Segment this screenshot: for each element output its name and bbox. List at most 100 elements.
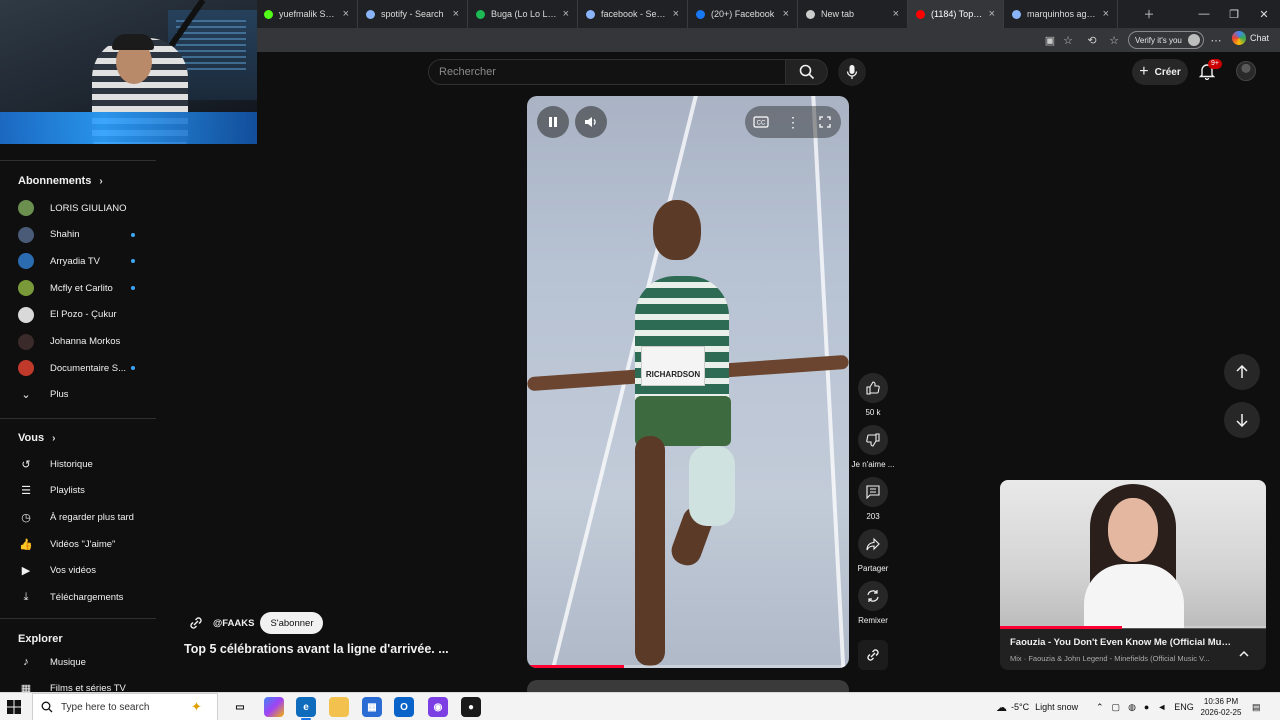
comments-button[interactable] bbox=[858, 477, 888, 507]
favorites-icon[interactable]: ☆ bbox=[1106, 32, 1122, 48]
next-short-preview[interactable] bbox=[527, 680, 849, 692]
sidebar-item-watch-later[interactable]: ◷ À regarder plus tard bbox=[0, 504, 156, 530]
sidebar-item-subscription[interactable]: Documentaire S... bbox=[0, 355, 156, 381]
close-window-button[interactable]: ✕ bbox=[1248, 0, 1280, 28]
weather-widget[interactable]: ☁ -5°C Light snow bbox=[996, 693, 1078, 720]
more-options-button[interactable]: ⋮ bbox=[777, 106, 809, 138]
browser-tab[interactable]: (20+) Facebook × bbox=[688, 0, 798, 28]
sidebar-item-music[interactable]: ♪ Musique bbox=[0, 649, 156, 675]
miniplayer-video[interactable] bbox=[1000, 480, 1266, 628]
miniplayer-progress-bar[interactable] bbox=[1000, 626, 1266, 629]
close-tab-icon[interactable]: × bbox=[893, 8, 899, 20]
store-icon[interactable]: ▦ bbox=[362, 697, 382, 717]
browser-essentials-icon[interactable]: ⟲ bbox=[1084, 32, 1100, 48]
account-avatar[interactable] bbox=[1236, 61, 1256, 81]
close-tab-icon[interactable]: × bbox=[1103, 8, 1109, 20]
sidebar-item-subscription[interactable]: Johanna Morkos bbox=[0, 329, 156, 355]
subscribe-button[interactable]: S'abonner bbox=[260, 612, 324, 634]
browser-tab[interactable]: facebook - Search × bbox=[578, 0, 688, 28]
language-indicator[interactable]: ENG bbox=[1174, 702, 1194, 712]
file-explorer-icon[interactable] bbox=[329, 697, 349, 717]
maximize-button[interactable]: ❐ bbox=[1218, 0, 1250, 28]
outlook-icon[interactable]: O bbox=[394, 697, 414, 717]
fullscreen-button[interactable] bbox=[809, 106, 841, 138]
windows-start-icon[interactable] bbox=[6, 699, 22, 715]
sidebar-item-history[interactable]: ↺ Historique bbox=[0, 451, 156, 477]
bookmark-star-icon[interactable]: ☆ bbox=[1060, 32, 1076, 48]
extensions-icon[interactable]: ▣ bbox=[1042, 32, 1058, 48]
app-icon[interactable]: ● bbox=[461, 697, 481, 717]
you-heading[interactable]: Vous › bbox=[18, 432, 55, 444]
browser-tab[interactable]: spotify - Search × bbox=[358, 0, 468, 28]
sidebar-item-downloads[interactable]: ⤓ Téléchargements bbox=[0, 585, 156, 611]
sidebar-item-label: Johanna Morkos bbox=[50, 336, 121, 347]
notifications-button[interactable]: 9+ bbox=[1198, 59, 1222, 82]
obs-icon[interactable]: ◉ bbox=[428, 697, 448, 717]
miniplayer-expand-button[interactable] bbox=[1236, 646, 1252, 662]
close-tab-icon[interactable]: × bbox=[343, 8, 349, 20]
subscriptions-heading[interactable]: Abonnements › bbox=[18, 175, 103, 187]
voice-search-button[interactable] bbox=[838, 58, 866, 86]
close-tab-icon[interactable]: × bbox=[783, 8, 789, 20]
more-menu-icon[interactable]: ⋯ bbox=[1208, 32, 1224, 48]
sidebar-item-subscription[interactable]: Shahin bbox=[0, 222, 156, 248]
sidebar-item-subscription[interactable]: El Pozo - Çukur bbox=[0, 302, 156, 328]
dislike-button[interactable] bbox=[858, 425, 888, 455]
next-short-button[interactable] bbox=[1224, 402, 1260, 438]
like-button[interactable] bbox=[858, 373, 888, 403]
video-progress-bar[interactable] bbox=[527, 665, 849, 668]
sidebar-item-playlists[interactable]: ☰ Playlists bbox=[0, 478, 156, 504]
create-button[interactable]: + Créer bbox=[1132, 59, 1188, 85]
thumbs-down-icon bbox=[866, 433, 880, 447]
miniplayer[interactable]: Faouzia - You Don't Even Know Me (Offici… bbox=[1000, 480, 1266, 670]
browser-tab[interactable]: Buga (Lo Lo Lo) - so × bbox=[468, 0, 578, 28]
browser-tab[interactable]: yuefmalik Stream - V × bbox=[256, 0, 358, 28]
sidebar-item-more[interactable]: ⌄ Plus bbox=[0, 381, 156, 407]
volume-button[interactable] bbox=[575, 106, 607, 138]
search-input[interactable] bbox=[429, 60, 785, 84]
pause-button[interactable] bbox=[537, 106, 569, 138]
verify-profile-button[interactable]: Verify it's you bbox=[1128, 31, 1204, 49]
browser-tab[interactable]: New tab × bbox=[798, 0, 908, 28]
miniplayer-title[interactable]: Faouzia - You Don't Even Know Me (Offici… bbox=[1010, 637, 1232, 648]
sidebar-item-liked-videos[interactable]: 👍 Vidéos "J'aime" bbox=[0, 531, 156, 557]
network-icon[interactable]: ◍ bbox=[1128, 702, 1136, 713]
previous-short-button[interactable] bbox=[1224, 354, 1260, 390]
copilot-chat-button[interactable]: Chat bbox=[1232, 31, 1269, 45]
tray-overflow-icon[interactable]: ⌃ bbox=[1096, 702, 1104, 713]
search-button[interactable] bbox=[786, 59, 828, 85]
copilot-taskbar-icon[interactable] bbox=[264, 697, 284, 717]
taskbar-clock[interactable]: 10:36 PM 2026-02-25 bbox=[1196, 696, 1246, 718]
sidebar-item-subscription[interactable]: Arryadia TV bbox=[0, 248, 156, 274]
short-video-player[interactable]: RICHARDSON CC ⋮ bbox=[527, 96, 849, 668]
browser-tab[interactable]: (1184) Top 5 cé × bbox=[908, 0, 1004, 28]
sidebar-item-subscription[interactable]: LORIS GIULIANO bbox=[0, 195, 156, 221]
edge-taskbar-icon[interactable]: e bbox=[296, 697, 316, 720]
close-tab-icon[interactable]: × bbox=[673, 8, 679, 20]
sidebar-item-subscription[interactable]: Mcfly et Carlito bbox=[0, 275, 156, 301]
sidebar-item-label: Arryadia TV bbox=[50, 255, 100, 267]
notification-center-icon[interactable]: ▤ bbox=[1252, 693, 1261, 720]
search-box bbox=[428, 59, 786, 85]
athlete-leg bbox=[635, 436, 665, 666]
taskbar-search-input[interactable] bbox=[61, 701, 191, 713]
minimize-button[interactable]: — bbox=[1188, 0, 1220, 28]
channel-handle[interactable]: @FAAKS bbox=[213, 618, 254, 629]
close-tab-icon[interactable]: × bbox=[453, 8, 459, 20]
close-tab-icon[interactable]: × bbox=[563, 8, 569, 20]
new-tab-button[interactable]: ＋ bbox=[1136, 0, 1162, 28]
remix-button[interactable] bbox=[858, 581, 888, 611]
browser-tab[interactable]: marquinhos age - Se × bbox=[1004, 0, 1118, 28]
task-view-icon[interactable]: ▭ bbox=[230, 697, 250, 717]
microphone-tray-icon[interactable]: ● bbox=[1144, 702, 1149, 712]
share-button[interactable] bbox=[858, 529, 888, 559]
captions-button[interactable]: CC bbox=[745, 106, 777, 138]
volume-tray-icon[interactable]: ◄ bbox=[1157, 702, 1166, 712]
channel-link-icon[interactable] bbox=[184, 611, 208, 635]
sidebar-item-label: Musique bbox=[50, 656, 86, 668]
close-tab-icon[interactable]: × bbox=[989, 8, 995, 20]
short-title[interactable]: Top 5 célébrations avant la ligne d'arri… bbox=[184, 642, 449, 656]
sidebar-item-your-videos[interactable]: ▶ Vos vidéos bbox=[0, 558, 156, 584]
link-button[interactable] bbox=[858, 640, 888, 670]
meet-now-icon[interactable]: ▢ bbox=[1112, 702, 1121, 713]
